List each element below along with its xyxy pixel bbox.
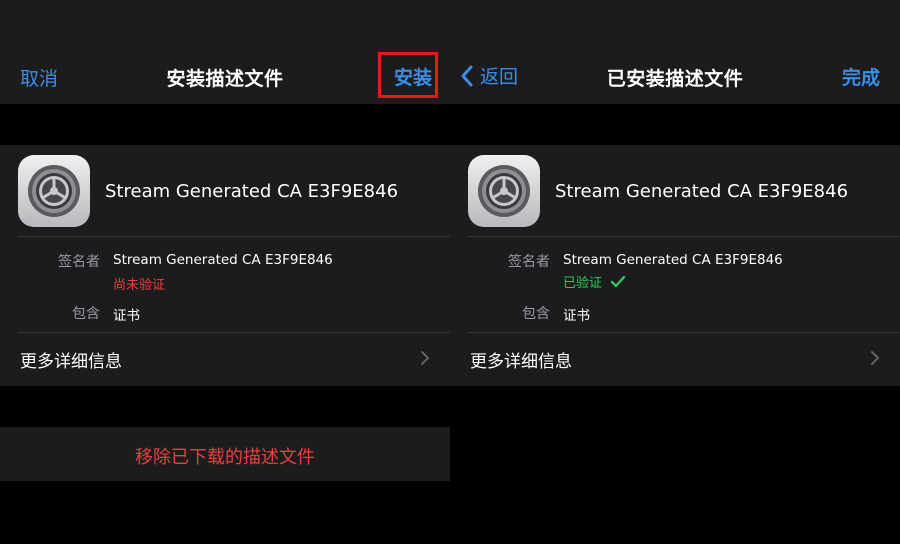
unverified-status: 尚未验证 xyxy=(113,278,166,293)
remove-profile-button[interactable]: 移除已下载的描述文件 xyxy=(0,427,450,481)
profile-card: Stream Generated CA E3F9E846 签名者 Stream … xyxy=(450,145,900,386)
more-details-row[interactable]: 更多详细信息 xyxy=(20,347,122,372)
verified-label: 已验证 xyxy=(563,276,603,291)
profile-name: Stream Generated CA E3F9E846 xyxy=(105,181,399,202)
contains-value: 证书 xyxy=(113,308,140,324)
checkmark-icon xyxy=(610,275,626,287)
profile-name: Stream Generated CA E3F9E846 xyxy=(555,181,849,202)
signer-label: 签名者 xyxy=(58,254,100,270)
nav-bar: 取消 安装描述文件 安装 xyxy=(0,0,450,104)
nav-bar: 返回 已安装描述文件 完成 xyxy=(450,0,900,104)
nav-title: 已安装描述文件 xyxy=(606,68,744,90)
install-highlight-box xyxy=(378,52,438,98)
chevron-right-icon xyxy=(421,351,429,365)
done-button[interactable]: 完成 xyxy=(842,63,880,90)
signer-value: Stream Generated CA E3F9E846 xyxy=(563,252,783,268)
divider xyxy=(18,236,450,237)
settings-gear-icon xyxy=(18,155,90,227)
contains-value: 证书 xyxy=(563,308,590,324)
settings-gear-icon xyxy=(468,155,540,227)
installed-profile-screen: 返回 已安装描述文件 完成 Stream Generated CA E3F9E8… xyxy=(450,0,900,544)
contains-label: 包含 xyxy=(522,306,550,322)
contains-label: 包含 xyxy=(72,306,100,322)
more-details-row[interactable]: 更多详细信息 xyxy=(470,347,572,372)
profile-card: Stream Generated CA E3F9E846 签名者 Stream … xyxy=(0,145,450,386)
signer-label: 签名者 xyxy=(508,254,550,270)
remove-profile-label: 移除已下载的描述文件 xyxy=(135,447,315,468)
chevron-right-icon xyxy=(871,351,879,365)
install-profile-screen: 取消 安装描述文件 安装 Stream Generated CA E3F9E84… xyxy=(0,0,450,544)
signer-value: Stream Generated CA E3F9E846 xyxy=(113,252,333,268)
divider xyxy=(468,236,900,237)
divider xyxy=(468,332,900,333)
divider xyxy=(18,332,450,333)
verified-status: 已验证 xyxy=(563,272,626,291)
